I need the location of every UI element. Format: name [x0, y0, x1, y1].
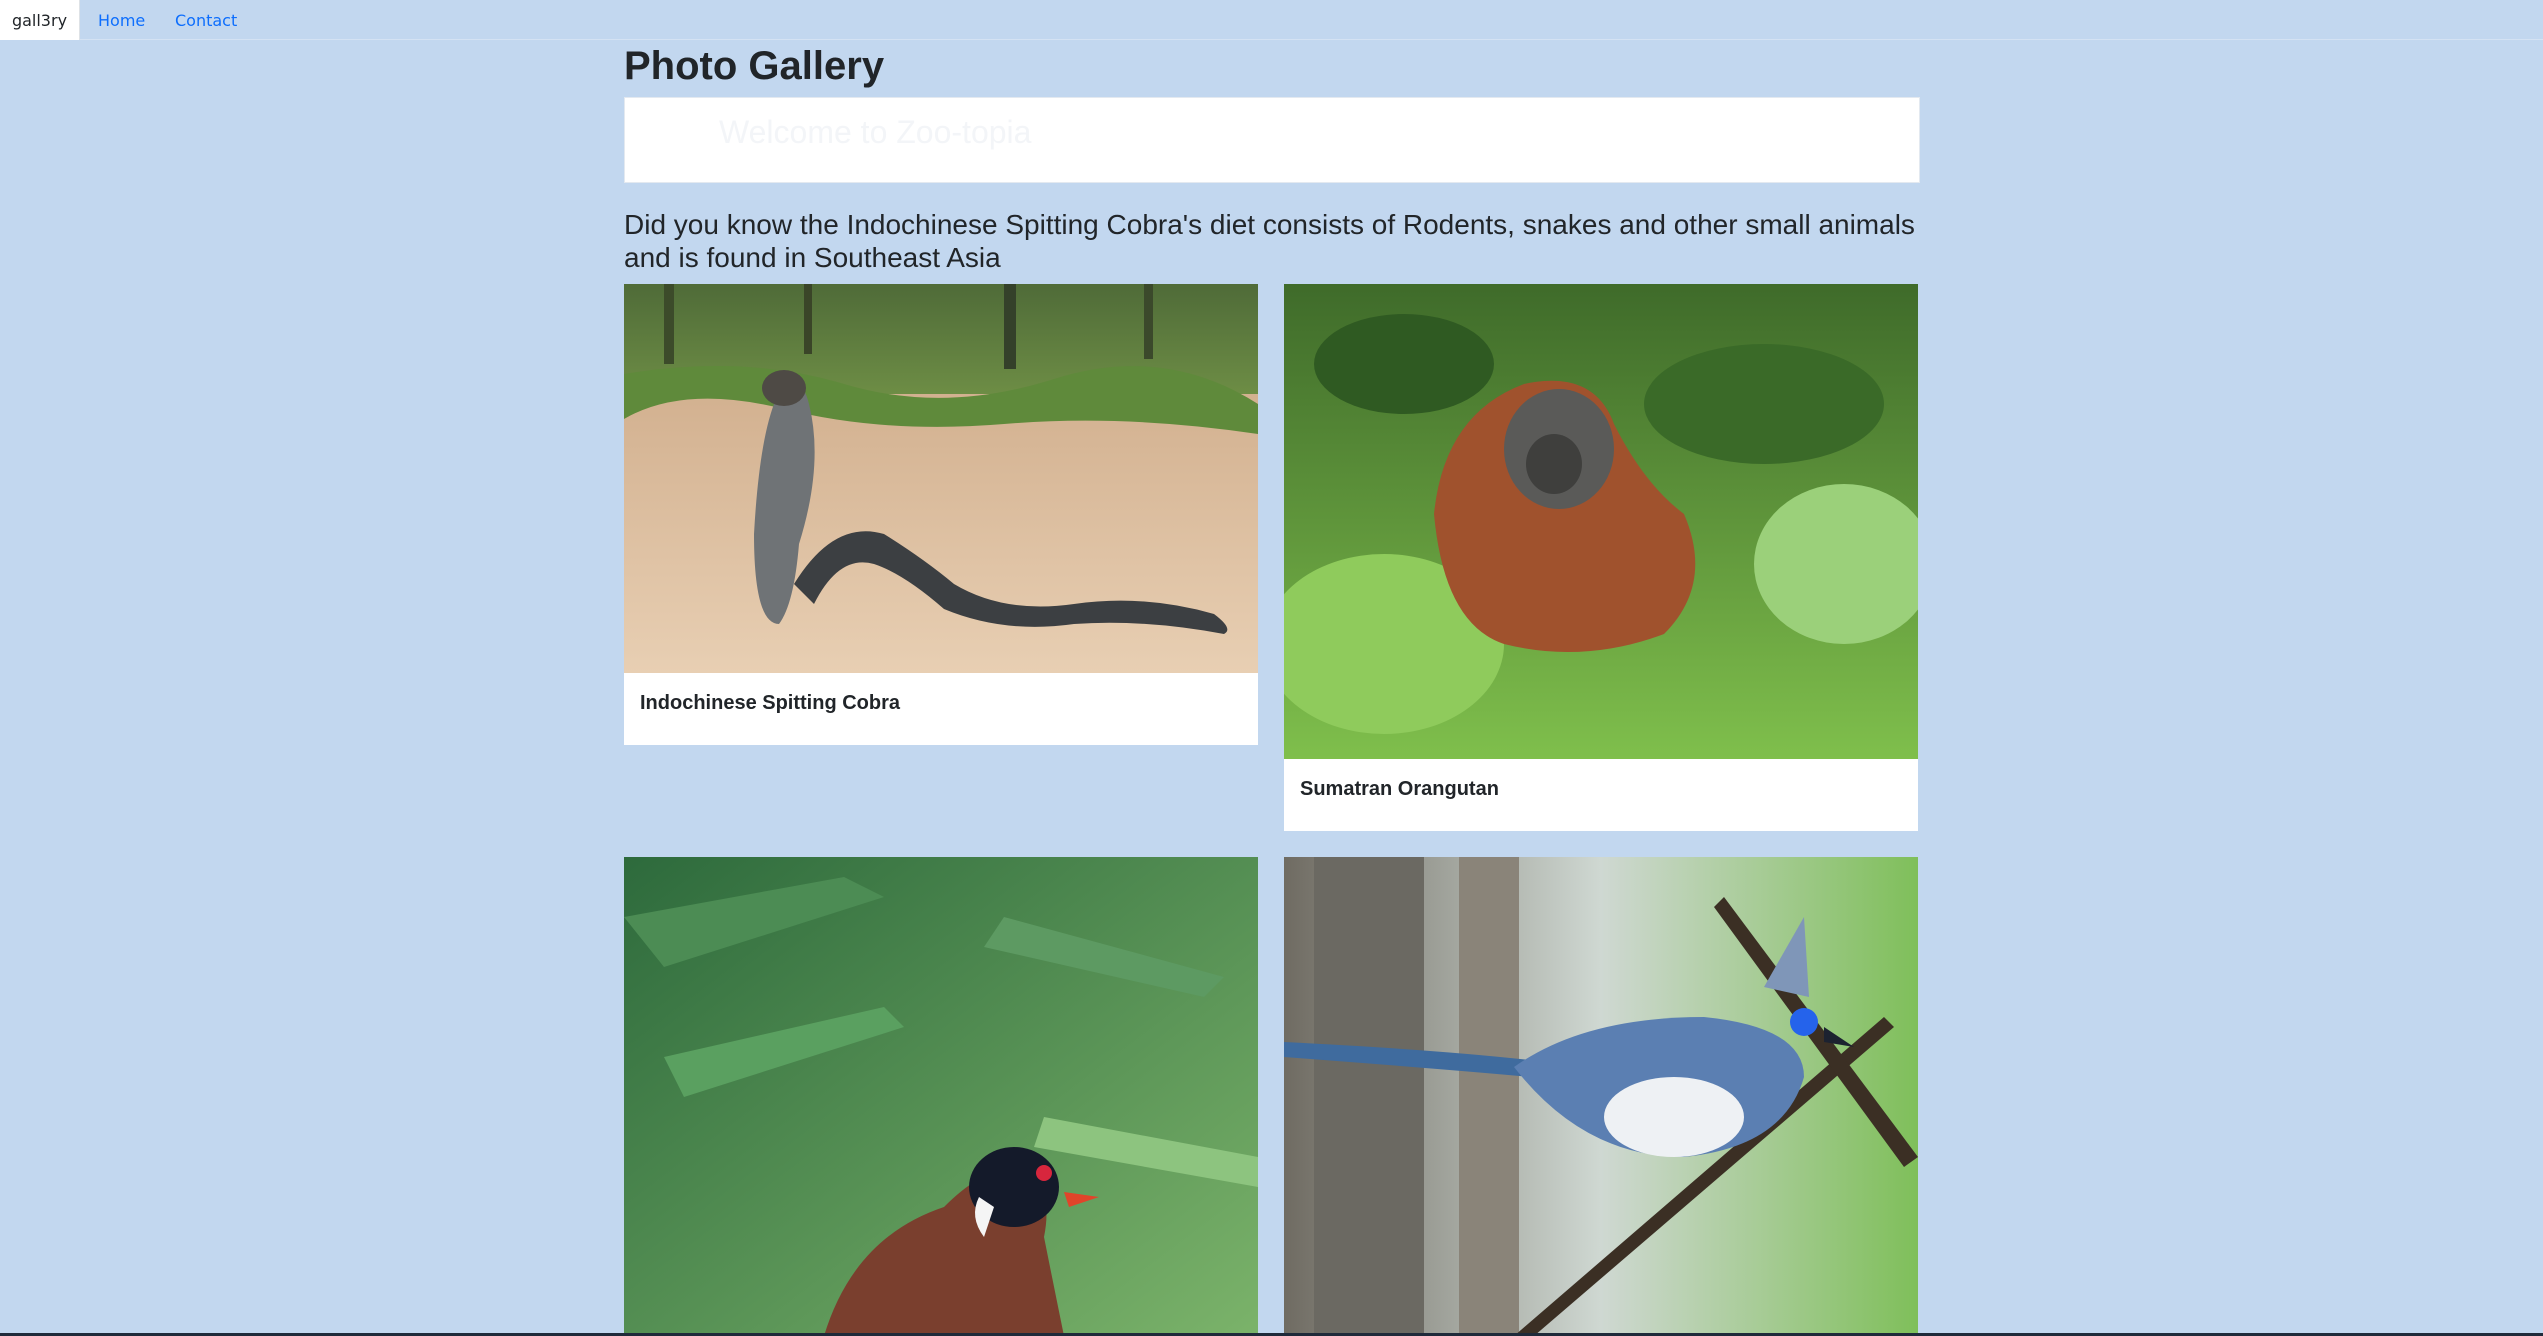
gallery-card[interactable]: Indochinese Spitting Cobra [624, 284, 1258, 745]
coua-photo [1284, 857, 1918, 1336]
pigeon-photo [624, 857, 1258, 1336]
gallery-card[interactable] [624, 857, 1258, 1336]
gallery-card[interactable]: Sumatran Orangutan [1284, 284, 1918, 831]
nav-link-contact[interactable]: Contact [175, 0, 237, 40]
nav-link-home[interactable]: Home [98, 0, 145, 40]
brand-logo[interactable]: gall3ry [0, 0, 80, 40]
card-caption: Sumatran Orangutan [1300, 778, 1499, 800]
cobra-photo [624, 284, 1258, 673]
welcome-banner: Welcome to Zoo-topia [624, 97, 1920, 183]
card-caption: Indochinese Spitting Cobra [640, 692, 901, 714]
page-title: Photo Gallery [624, 44, 885, 88]
welcome-text: Welcome to Zoo-topia [719, 114, 1032, 150]
top-navbar: gall3ry Home Contact [0, 0, 2543, 40]
animal-fact-heading: Did you know the Indochinese Spitting Co… [624, 209, 1915, 273]
orangutan-photo [1284, 284, 1918, 759]
gallery-card[interactable] [1284, 857, 1918, 1336]
